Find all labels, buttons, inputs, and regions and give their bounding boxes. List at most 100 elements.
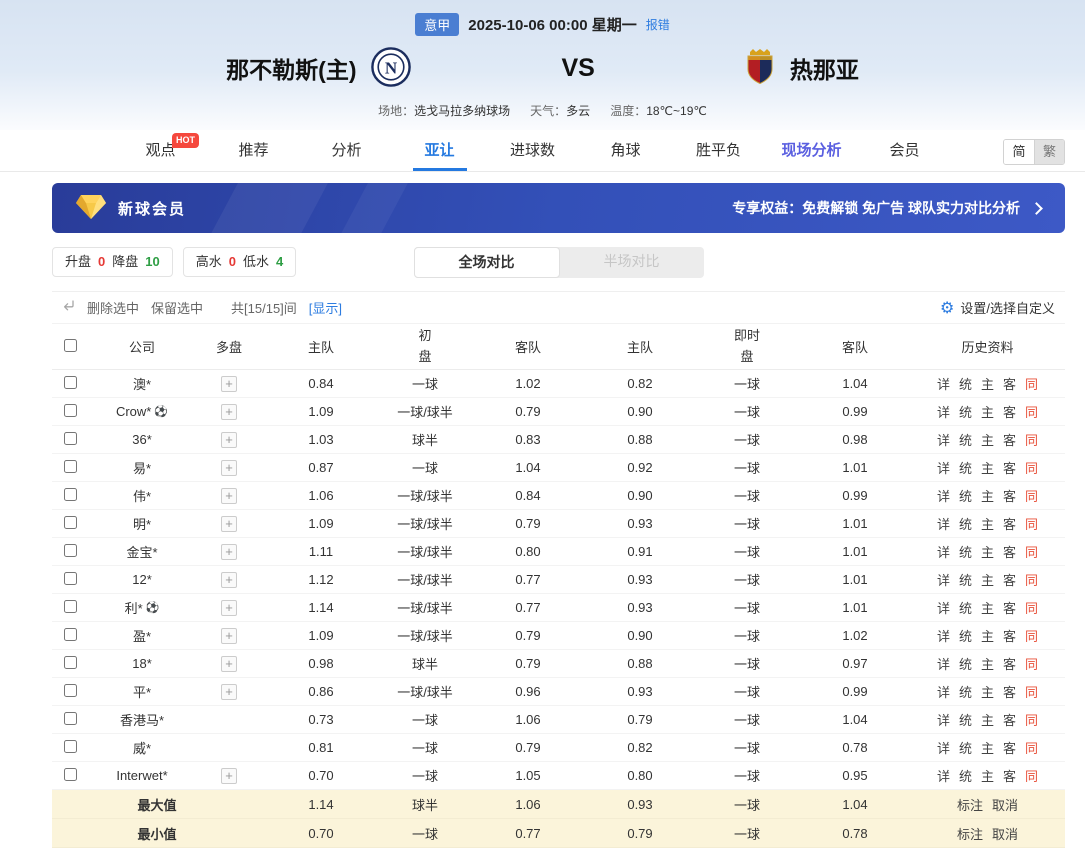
expand-plus-button[interactable]: + xyxy=(221,599,237,616)
history-link-3[interactable]: 主 xyxy=(981,514,994,533)
row-checkbox[interactable] xyxy=(63,403,77,417)
history-link-2[interactable]: 统 xyxy=(959,738,972,757)
history-link-4[interactable]: 客 xyxy=(1003,710,1016,729)
expand-plus-button[interactable]: + xyxy=(221,627,237,644)
history-link-1[interactable]: 详 xyxy=(937,402,950,421)
nav-tab-9[interactable]: 会员 xyxy=(858,130,951,171)
nav-tab-4[interactable]: 亚让 xyxy=(393,130,486,171)
history-link-3[interactable]: 主 xyxy=(981,570,994,589)
expand-plus-button[interactable]: + xyxy=(221,487,237,504)
summary-action-1[interactable]: 标注 xyxy=(957,824,983,843)
expand-plus-button[interactable]: + xyxy=(221,655,237,672)
history-link-2[interactable]: 统 xyxy=(959,402,972,421)
history-link-3[interactable]: 主 xyxy=(981,682,994,701)
nav-tab-2[interactable]: 推荐 xyxy=(207,130,300,171)
row-checkbox[interactable] xyxy=(63,767,77,781)
nav-tab-8[interactable]: 现场分析 xyxy=(765,130,858,171)
history-link-2[interactable]: 统 xyxy=(959,766,972,785)
history-link-2[interactable]: 统 xyxy=(959,430,972,449)
history-link-2[interactable]: 统 xyxy=(959,682,972,701)
row-checkbox[interactable] xyxy=(63,515,77,529)
history-link-5[interactable]: 同 xyxy=(1025,458,1038,477)
report-error-link[interactable]: 报错 xyxy=(646,16,670,33)
history-link-2[interactable]: 统 xyxy=(959,710,972,729)
history-link-2[interactable]: 统 xyxy=(959,654,972,673)
settings-button[interactable]: ⚙ 设置/选择自定义 xyxy=(940,298,1055,318)
history-link-1[interactable]: 详 xyxy=(937,626,950,645)
history-link-3[interactable]: 主 xyxy=(981,402,994,421)
company-cell[interactable]: 12* xyxy=(88,572,196,587)
history-link-2[interactable]: 统 xyxy=(959,542,972,561)
select-all-checkbox[interactable] xyxy=(63,338,77,352)
history-link-1[interactable]: 详 xyxy=(937,654,950,673)
history-link-1[interactable]: 详 xyxy=(937,710,950,729)
row-checkbox[interactable] xyxy=(63,571,77,585)
company-cell[interactable]: 金宝* xyxy=(88,542,196,561)
history-link-4[interactable]: 客 xyxy=(1003,682,1016,701)
history-link-3[interactable]: 主 xyxy=(981,626,994,645)
history-link-2[interactable]: 统 xyxy=(959,598,972,617)
history-link-5[interactable]: 同 xyxy=(1025,402,1038,421)
company-cell[interactable]: 利* ⚽ xyxy=(88,598,196,617)
history-link-5[interactable]: 同 xyxy=(1025,486,1038,505)
history-link-4[interactable]: 客 xyxy=(1003,570,1016,589)
history-link-1[interactable]: 详 xyxy=(937,430,950,449)
history-link-1[interactable]: 详 xyxy=(937,374,950,393)
nav-tab-3[interactable]: 分析 xyxy=(300,130,393,171)
league-badge[interactable]: 意甲 xyxy=(415,13,460,36)
history-link-4[interactable]: 客 xyxy=(1003,374,1016,393)
history-link-3[interactable]: 主 xyxy=(981,458,994,477)
history-link-1[interactable]: 详 xyxy=(937,682,950,701)
history-link-5[interactable]: 同 xyxy=(1025,654,1038,673)
history-link-4[interactable]: 客 xyxy=(1003,542,1016,561)
lang-simplified-button[interactable]: 简 xyxy=(1004,140,1034,164)
expand-plus-button[interactable]: + xyxy=(221,403,237,420)
expand-plus-button[interactable]: + xyxy=(221,515,237,532)
history-link-5[interactable]: 同 xyxy=(1025,570,1038,589)
history-link-3[interactable]: 主 xyxy=(981,374,994,393)
history-link-3[interactable]: 主 xyxy=(981,486,994,505)
history-link-5[interactable]: 同 xyxy=(1025,626,1038,645)
expand-plus-button[interactable]: + xyxy=(221,571,237,588)
history-link-3[interactable]: 主 xyxy=(981,654,994,673)
history-link-1[interactable]: 详 xyxy=(937,486,950,505)
history-link-3[interactable]: 主 xyxy=(981,766,994,785)
history-link-3[interactable]: 主 xyxy=(981,738,994,757)
summary-action-2[interactable]: 取消 xyxy=(992,824,1018,843)
company-cell[interactable]: 明* xyxy=(88,514,196,533)
keep-selected-button[interactable]: 保留选中 xyxy=(151,298,203,317)
company-cell[interactable]: 澳* xyxy=(88,374,196,393)
history-link-2[interactable]: 统 xyxy=(959,570,972,589)
row-checkbox[interactable] xyxy=(63,375,77,389)
company-cell[interactable]: Interwet* xyxy=(88,768,196,783)
show-link[interactable]: [显示] xyxy=(309,298,342,317)
delete-selected-button[interactable]: 删除选中 xyxy=(87,298,139,317)
history-link-3[interactable]: 主 xyxy=(981,598,994,617)
nav-tab-1[interactable]: 观点 HOT xyxy=(114,130,207,171)
nav-tab-7[interactable]: 胜平负 xyxy=(672,130,765,171)
history-link-4[interactable]: 客 xyxy=(1003,402,1016,421)
history-link-2[interactable]: 统 xyxy=(959,374,972,393)
summary-action-2[interactable]: 取消 xyxy=(992,795,1018,814)
history-link-2[interactable]: 统 xyxy=(959,486,972,505)
expand-plus-button[interactable]: + xyxy=(221,683,237,700)
history-link-5[interactable]: 同 xyxy=(1025,738,1038,757)
expand-plus-button[interactable]: + xyxy=(221,431,237,448)
nav-tab-6[interactable]: 角球 xyxy=(579,130,672,171)
history-link-1[interactable]: 详 xyxy=(937,598,950,617)
history-link-5[interactable]: 同 xyxy=(1025,514,1038,533)
nav-tab-5[interactable]: 进球数 xyxy=(486,130,579,171)
lang-traditional-button[interactable]: 繁 xyxy=(1034,140,1064,164)
history-link-4[interactable]: 客 xyxy=(1003,626,1016,645)
full-match-tab[interactable]: 全场对比 xyxy=(413,246,560,278)
history-link-5[interactable]: 同 xyxy=(1025,598,1038,617)
history-link-5[interactable]: 同 xyxy=(1025,542,1038,561)
history-link-4[interactable]: 客 xyxy=(1003,654,1016,673)
history-link-4[interactable]: 客 xyxy=(1003,514,1016,533)
row-checkbox[interactable] xyxy=(63,459,77,473)
history-link-4[interactable]: 客 xyxy=(1003,430,1016,449)
history-link-5[interactable]: 同 xyxy=(1025,682,1038,701)
row-checkbox[interactable] xyxy=(63,627,77,641)
row-checkbox[interactable] xyxy=(63,599,77,613)
history-link-3[interactable]: 主 xyxy=(981,430,994,449)
